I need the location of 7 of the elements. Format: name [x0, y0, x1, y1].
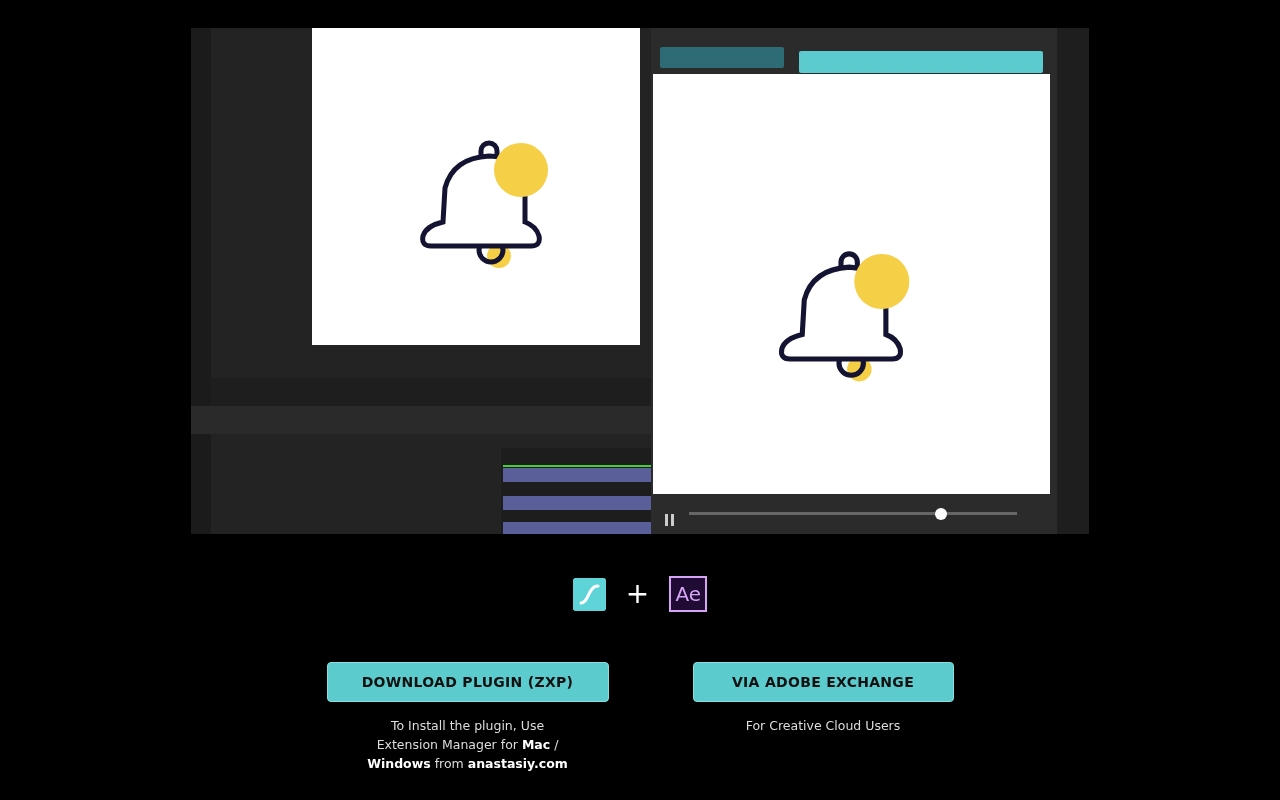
action-note: For Creative Cloud Users: [745, 717, 901, 735]
download-button[interactable]: DOWNLOAD PLUGIN (ZXP): [326, 662, 609, 702]
after-effects-logo: Ae: [669, 576, 708, 612]
action-note: To Install the plugin, Use Extension Manager for Mac / Windows from anastasiy.com: [366, 717, 569, 773]
download-button[interactable]: VIA ADOBE EXCHANGE: [692, 662, 954, 702]
plus-sign: +: [625, 580, 650, 608]
lottie-logo-icon: [572, 577, 606, 611]
